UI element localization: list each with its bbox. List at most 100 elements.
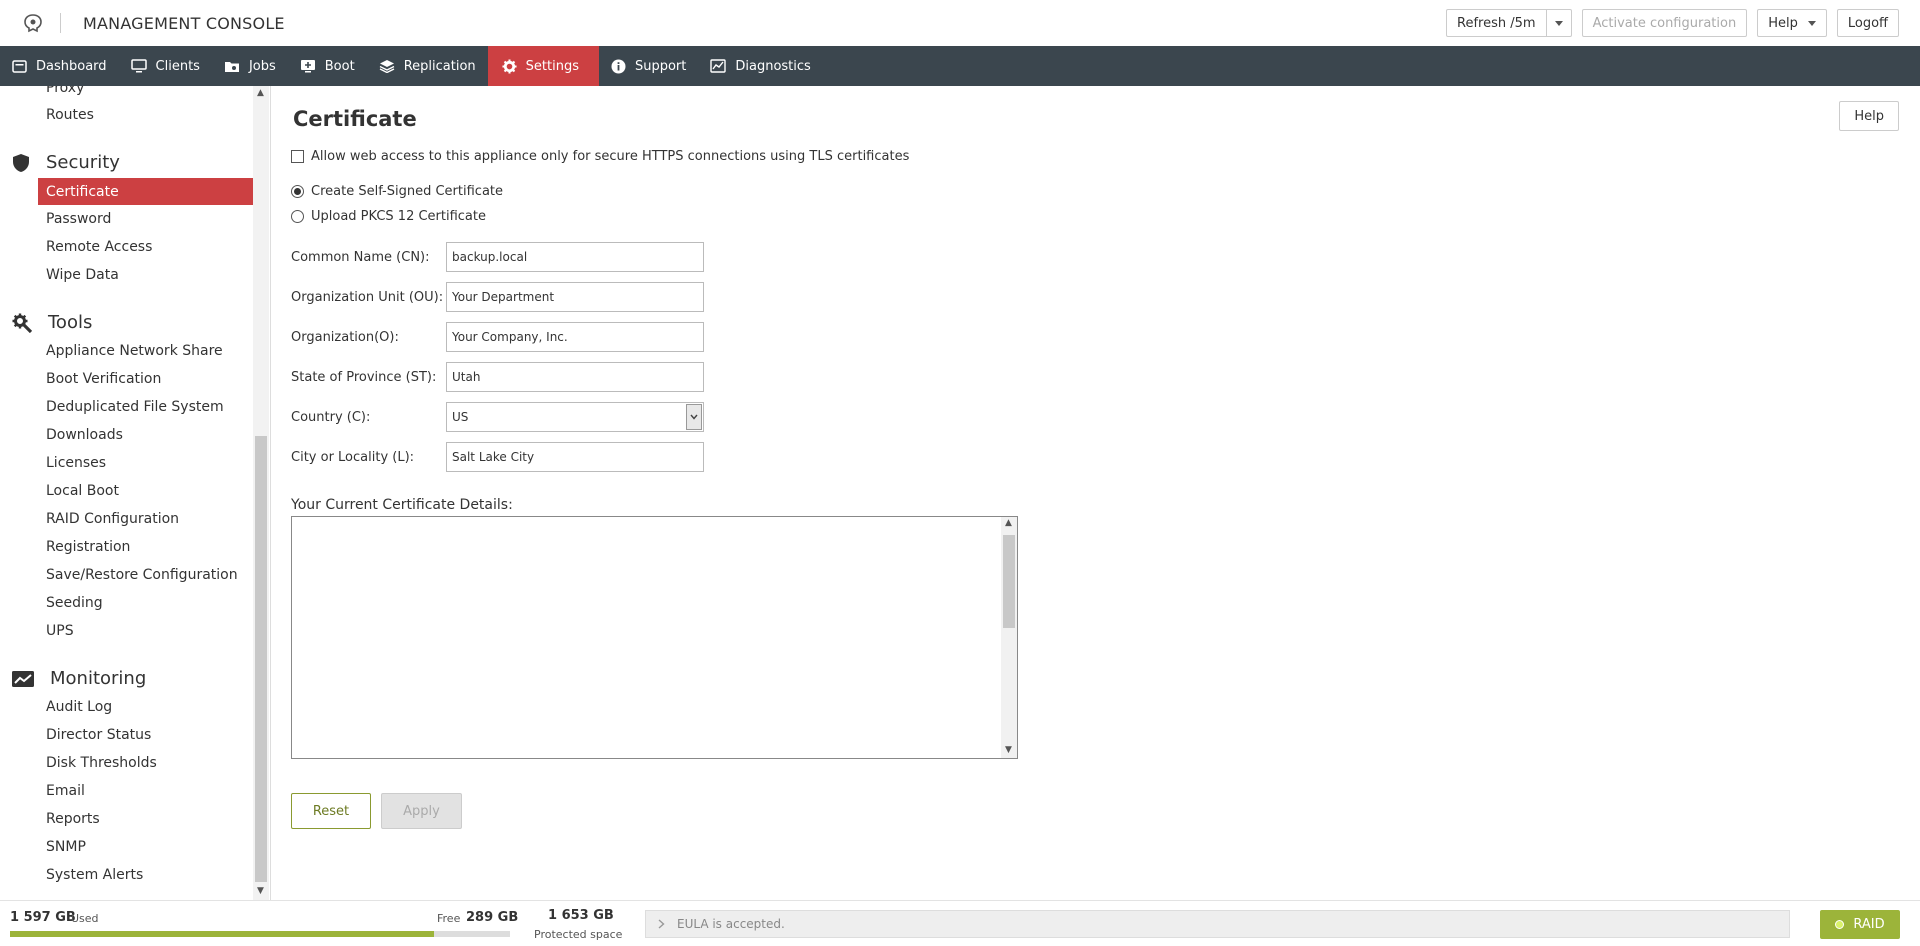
certificate-panel: Certificate Help Allow web access to thi… xyxy=(272,86,1920,900)
sidebar-item-licenses[interactable]: Licenses xyxy=(46,455,106,471)
logoff-button[interactable]: Logoff xyxy=(1836,9,1899,37)
nav-support[interactable]: Support xyxy=(599,46,698,86)
scroll-down-icon[interactable]: ▼ xyxy=(1005,745,1012,755)
sidebar-item-ups[interactable]: UPS xyxy=(46,623,74,639)
sidebar-scrollbar[interactable]: ▲ ▼ xyxy=(253,86,269,900)
upload-pkcs12-radio[interactable] xyxy=(291,210,304,223)
used-space-value: 1 597 GB xyxy=(10,910,76,925)
apply-button[interactable]: Apply xyxy=(381,793,462,829)
organization-unit-input[interactable]: Your Department xyxy=(446,282,704,312)
eula-status-bar[interactable]: EULA is accepted. xyxy=(645,910,1790,938)
nav-diagnostics[interactable]: Diagnostics xyxy=(698,46,822,86)
upload-pkcs12-option[interactable]: Upload PKCS 12 Certificate xyxy=(291,209,486,224)
nav-settings-label: Settings xyxy=(525,58,579,74)
common-name-input[interactable]: backup.local xyxy=(446,242,704,272)
organization-input[interactable]: Your Company, Inc. xyxy=(446,322,704,352)
storage-usage-bar xyxy=(10,931,510,937)
sidebar-group-tools: Tools xyxy=(12,312,92,333)
nav-jobs-label: Jobs xyxy=(248,58,276,74)
layers-icon xyxy=(379,60,395,73)
dashboard-icon xyxy=(12,59,27,73)
activate-configuration-button[interactable]: Activate configuration xyxy=(1581,9,1748,37)
help-button[interactable]: Help xyxy=(1839,101,1899,131)
chevron-down-icon[interactable] xyxy=(686,404,702,430)
sidebar-group-tools-title: Tools xyxy=(48,312,93,333)
sidebar-item-remote-access[interactable]: Remote Access xyxy=(46,239,152,255)
sidebar-item-snmp[interactable]: SNMP xyxy=(46,839,86,855)
sidebar-scroll-thumb[interactable] xyxy=(255,436,267,882)
sidebar-item-seeding[interactable]: Seeding xyxy=(46,595,103,611)
certificate-details-label: Your Current Certificate Details: xyxy=(291,497,513,513)
details-scroll-thumb[interactable] xyxy=(1003,535,1015,628)
settings-sidebar: Proxy Routes Security Certificate Passwo… xyxy=(0,86,271,900)
sidebar-item-registration[interactable]: Registration xyxy=(46,539,130,555)
sidebar-item-audit-log[interactable]: Audit Log xyxy=(46,699,112,715)
status-dot-icon xyxy=(1835,920,1845,929)
sidebar-item-director-status[interactable]: Director Status xyxy=(46,727,151,743)
sidebar-item-save-restore-configuration[interactable]: Save/Restore Configuration xyxy=(46,567,238,583)
https-only-option[interactable]: Allow web access to this appliance only … xyxy=(291,149,909,164)
logo-icon xyxy=(18,8,48,38)
city-label: City or Locality (L): xyxy=(291,449,415,465)
self-signed-label: Create Self-Signed Certificate xyxy=(311,184,504,199)
state-input[interactable]: Utah xyxy=(446,362,704,392)
reset-button[interactable]: Reset xyxy=(291,793,371,829)
scroll-up-icon[interactable]: ▲ xyxy=(257,88,264,98)
jobs-icon xyxy=(224,62,239,72)
sidebar-item-proxy[interactable]: Proxy xyxy=(46,86,84,96)
sidebar-item-email[interactable]: Email xyxy=(46,783,85,799)
form-row-c: Country (C): US xyxy=(291,402,704,432)
sidebar-item-deduplicated-file-system[interactable]: Deduplicated File System xyxy=(46,399,224,415)
help-menu-label: Help xyxy=(1768,15,1798,31)
free-space-label: Free xyxy=(437,912,461,925)
sidebar-item-wipe-data[interactable]: Wipe Data xyxy=(46,267,119,283)
country-selected-value: US xyxy=(452,410,469,424)
self-signed-radio[interactable] xyxy=(291,185,304,198)
nav-clients[interactable]: Clients xyxy=(119,46,212,86)
sidebar-item-boot-verification[interactable]: Boot Verification xyxy=(46,371,161,387)
certificate-details-textarea[interactable]: ▲ ▼ xyxy=(291,516,1018,759)
raid-status-button[interactable]: RAID xyxy=(1820,910,1900,939)
help-menu-button[interactable]: Help xyxy=(1757,9,1827,37)
sidebar-item-appliance-network-share[interactable]: Appliance Network Share xyxy=(46,343,223,359)
protected-space-value: 1 653 GB xyxy=(548,908,614,923)
shield-icon xyxy=(13,153,29,172)
nav-boot[interactable]: Boot xyxy=(288,46,367,86)
nav-diagnostics-label: Diagnostics xyxy=(735,58,811,74)
self-signed-option[interactable]: Create Self-Signed Certificate xyxy=(291,184,503,199)
nav-settings[interactable]: Settings xyxy=(487,46,599,86)
city-input[interactable]: Salt Lake City xyxy=(446,442,704,472)
nav-jobs[interactable]: Jobs xyxy=(212,46,288,86)
chevron-down-icon xyxy=(1554,20,1563,26)
monitoring-chart-icon xyxy=(12,670,34,687)
tools-icon xyxy=(12,313,32,333)
app-title: MANAGEMENT CONSOLE xyxy=(83,13,285,33)
scroll-up-icon[interactable]: ▲ xyxy=(1005,518,1012,528)
refresh-dropdown-button[interactable] xyxy=(1546,9,1572,37)
sidebar-item-disk-thresholds[interactable]: Disk Thresholds xyxy=(46,755,157,771)
sidebar-item-password[interactable]: Password xyxy=(46,211,111,227)
sidebar-item-downloads[interactable]: Downloads xyxy=(46,427,123,443)
country-select[interactable]: US xyxy=(446,402,704,432)
form-row-l: City or Locality (L): Salt Lake City xyxy=(291,442,704,472)
sidebar-item-system-alerts[interactable]: System Alerts xyxy=(46,867,143,883)
details-scrollbar[interactable]: ▲ ▼ xyxy=(1001,517,1017,758)
sidebar-item-reports[interactable]: Reports xyxy=(46,811,100,827)
sidebar-item-routes[interactable]: Routes xyxy=(46,107,94,123)
sidebar-item-local-boot[interactable]: Local Boot xyxy=(46,483,119,499)
sidebar-item-raid-configuration[interactable]: RAID Configuration xyxy=(46,511,179,527)
form-row-ou: Organization Unit (OU): Your Department xyxy=(291,282,704,312)
refresh-button[interactable]: Refresh /5m xyxy=(1446,9,1547,37)
https-only-checkbox[interactable] xyxy=(291,150,304,163)
monitor-icon xyxy=(130,59,147,73)
nav-dashboard[interactable]: Dashboard xyxy=(0,46,119,86)
sidebar-group-monitoring: Monitoring xyxy=(12,668,146,689)
nav-boot-label: Boot xyxy=(324,58,355,74)
chart-icon xyxy=(710,59,727,73)
sidebar-item-certificate[interactable]: Certificate xyxy=(38,178,253,205)
refresh-split-button: Refresh /5m xyxy=(1446,9,1572,37)
scroll-down-icon[interactable]: ▼ xyxy=(257,886,264,896)
nav-replication[interactable]: Replication xyxy=(367,46,488,86)
info-icon xyxy=(611,59,626,73)
eula-status-text: EULA is accepted. xyxy=(677,917,785,931)
